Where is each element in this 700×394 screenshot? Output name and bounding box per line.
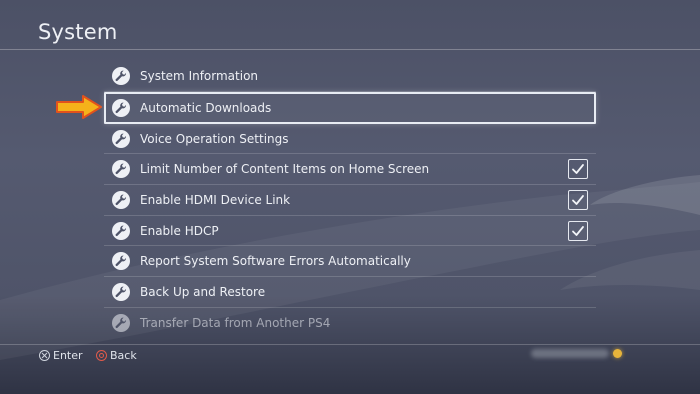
wrench-icon <box>112 190 130 209</box>
menu-item-transfer-data-from-another-ps4[interactable]: Transfer Data from Another PS4 <box>104 308 596 339</box>
menu-item-label: Report System Software Errors Automatica… <box>140 254 411 269</box>
wrench-icon <box>112 252 130 271</box>
back-label: Back <box>110 349 137 362</box>
menu-item-label: Back Up and Restore <box>140 284 266 299</box>
menu-item-automatic-downloads[interactable]: Automatic Downloads <box>104 91 596 124</box>
menu-item-back-up-and-restore[interactable]: Back Up and Restore <box>104 277 596 308</box>
menu-item-label: Transfer Data from Another PS4 <box>140 316 331 331</box>
enter-hint[interactable]: Enter <box>39 349 83 362</box>
wrench-icon <box>112 314 130 333</box>
footer-bar: Enter Back <box>0 345 700 394</box>
pointer-arrow-icon <box>56 95 102 119</box>
menu-item-voice-operation-settings[interactable]: Voice Operation Settings <box>104 124 596 155</box>
checkbox-enable-hdcp[interactable] <box>568 220 588 241</box>
enter-label: Enter <box>53 349 83 362</box>
menu-item-label: Limit Number of Content Items on Home Sc… <box>140 162 430 177</box>
menu-item-label: Enable HDMI Device Link <box>140 192 291 207</box>
menu-item-limit-number-of-content-items-on-home-screen[interactable]: Limit Number of Content Items on Home Sc… <box>104 154 596 186</box>
menu-item-enable-hdmi-device-link[interactable]: Enable HDMI Device Link <box>104 185 596 216</box>
user-name-redacted <box>531 349 609 358</box>
cross-button-icon <box>39 350 50 361</box>
title-divider <box>0 49 700 50</box>
back-hint[interactable]: Back <box>96 349 137 362</box>
user-status <box>531 349 622 358</box>
online-status-icon <box>613 349 622 358</box>
settings-menu-list: System Information Automatic Downloads Voi… <box>104 61 596 339</box>
menu-item-enable-hdcp[interactable]: Enable HDCP <box>104 216 596 247</box>
checkbox-limit-number-of-content-items-on-home-screen[interactable] <box>568 159 588 180</box>
page-title: System <box>38 20 118 44</box>
menu-item-label: Voice Operation Settings <box>140 131 289 146</box>
wrench-icon <box>112 282 130 301</box>
wrench-icon <box>112 221 130 240</box>
menu-item-system-information[interactable]: System Information <box>104 61 596 92</box>
wrench-icon <box>112 160 130 179</box>
checkbox-enable-hdmi-device-link[interactable] <box>568 189 588 210</box>
menu-item-label: System Information <box>140 68 259 83</box>
menu-item-label: Enable HDCP <box>140 223 219 238</box>
wrench-icon <box>112 129 130 148</box>
wrench-icon <box>112 66 130 85</box>
menu-item-report-system-software-errors-automatically[interactable]: Report System Software Errors Automatica… <box>104 246 596 278</box>
menu-item-label: Automatic Downloads <box>140 100 272 115</box>
wrench-icon <box>112 98 130 117</box>
circle-button-icon <box>96 350 107 361</box>
